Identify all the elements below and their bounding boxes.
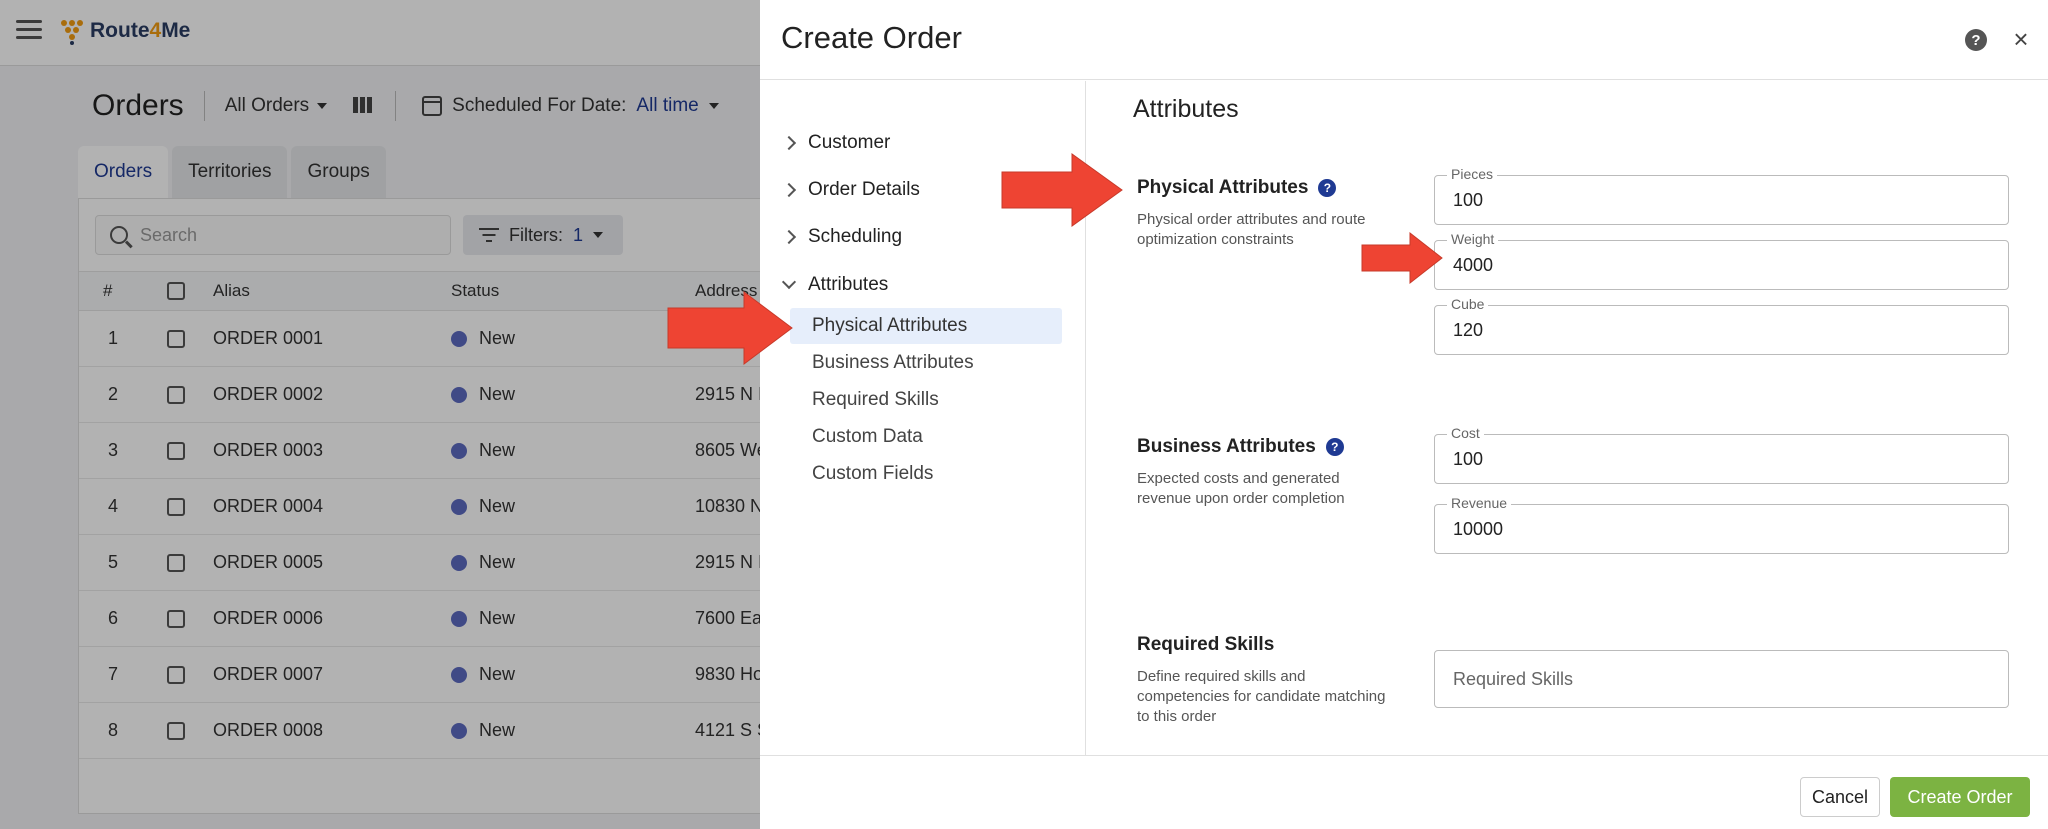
nav-physical-attributes[interactable]: Physical Attributes	[790, 308, 1062, 344]
weight-field[interactable]: Weight 4000	[1434, 231, 2009, 290]
nav-scheduling[interactable]: Scheduling	[781, 219, 902, 255]
required-skills-desc: Define required skills and competencies …	[1137, 668, 1386, 725]
cancel-button[interactable]: Cancel	[1800, 777, 1880, 817]
dialog-content: Attributes Physical Attributes? Physical…	[1087, 81, 2048, 755]
dialog-title: Create Order	[781, 20, 962, 55]
close-icon[interactable]: ×	[2008, 26, 2034, 52]
chevron-right-icon	[781, 229, 797, 245]
nav-custom-data[interactable]: Custom Data	[790, 419, 1062, 455]
nav-order-details[interactable]: Order Details	[781, 172, 920, 208]
create-order-button[interactable]: Create Order	[1890, 777, 2030, 817]
help-icon[interactable]: ?	[1965, 29, 1987, 51]
modal-backdrop[interactable]	[0, 0, 760, 829]
nav-business-attributes[interactable]: Business Attributes	[790, 345, 1062, 381]
physical-attributes-desc: Physical order attributes and route opti…	[1137, 211, 1366, 248]
required-skills-input[interactable]: Required Skills	[1434, 650, 2009, 708]
chevron-down-icon	[781, 274, 797, 290]
annotation-arrow-icon	[1001, 153, 1123, 227]
help-icon[interactable]: ?	[1318, 179, 1337, 197]
nav-customer[interactable]: Customer	[781, 125, 890, 161]
nav-attributes[interactable]: Attributes	[781, 267, 888, 303]
help-icon[interactable]: ?	[1325, 438, 1344, 456]
business-attributes-title: Business Attributes?	[1137, 436, 1344, 458]
physical-attributes-title: Physical Attributes?	[1137, 177, 1337, 199]
revenue-field[interactable]: Revenue 10000	[1434, 495, 2009, 554]
nav-custom-fields[interactable]: Custom Fields	[790, 456, 1062, 492]
annotation-arrow-icon	[1361, 231, 1443, 285]
chevron-right-icon	[781, 182, 797, 198]
dialog-header: Create Order ? ×	[760, 0, 2048, 80]
nav-required-skills[interactable]: Required Skills	[790, 382, 1062, 418]
cube-field[interactable]: Cube 120	[1434, 296, 2009, 355]
chevron-right-icon	[781, 135, 797, 151]
business-attributes-desc: Expected costs and generated revenue upo…	[1137, 470, 1345, 507]
required-skills-title: Required Skills	[1137, 634, 1275, 655]
annotation-arrow-icon	[667, 291, 793, 365]
dialog-footer: Cancel Create Order	[760, 755, 2048, 829]
cost-field[interactable]: Cost 100	[1434, 425, 2009, 484]
pieces-field[interactable]: Pieces 100	[1434, 166, 2009, 225]
section-title: Attributes	[1133, 95, 1239, 123]
create-order-dialog: Create Order ? × Customer Order Details …	[760, 0, 2048, 829]
